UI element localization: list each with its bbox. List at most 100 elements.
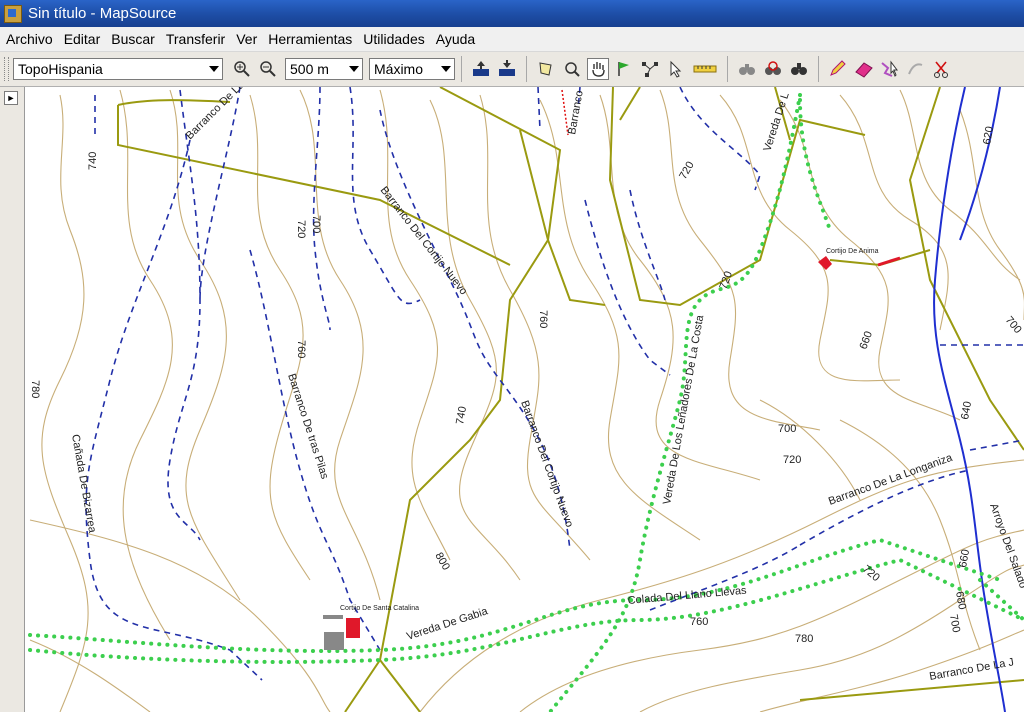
contour-label: 740 <box>87 152 99 170</box>
detail-level-select[interactable]: Máximo <box>369 58 455 80</box>
contour-line <box>249 94 311 581</box>
track-select-icon <box>881 60 898 77</box>
road-line <box>519 129 606 306</box>
stream-line <box>584 199 671 376</box>
contour-label: 700 <box>947 613 962 633</box>
contour-label: 660 <box>858 330 876 351</box>
scissors-icon <box>934 61 948 78</box>
pointer-icon <box>670 60 682 78</box>
zoom-scale-select[interactable]: 500 m <box>285 58 363 80</box>
menu-transferir[interactable]: Transferir <box>160 31 230 47</box>
topographic-map-view[interactable]: 740 720 700 780 760 720 760 740 800 720 … <box>25 87 1024 712</box>
trail-label: Vereda De Los Leñadores De La Costa <box>661 313 706 505</box>
eraser-tool-button[interactable] <box>853 58 875 80</box>
binoculars-target-icon <box>765 61 781 75</box>
poi-label: Cortijo De Santa Catalina <box>340 605 419 612</box>
find-nearest-button[interactable] <box>762 58 784 80</box>
trail-line <box>798 98 832 232</box>
contour-label: 700 <box>310 215 322 233</box>
roads <box>117 87 1024 712</box>
chevron-down-icon <box>209 66 219 72</box>
detail-level-value: Máximo <box>374 61 424 77</box>
zoom-in-button[interactable] <box>231 58 253 80</box>
mapsource-app-icon <box>4 4 22 23</box>
contour-label: 700 <box>1003 314 1024 336</box>
find-places-button[interactable] <box>788 58 810 80</box>
building-icon <box>324 632 344 650</box>
stream-label: Barranco De La <box>184 87 248 142</box>
river-line <box>959 87 1001 241</box>
trail-label: Vereda De L <box>761 91 791 153</box>
waypoint-tool-button[interactable] <box>613 58 635 80</box>
divide-track-icon <box>908 63 923 75</box>
toolbar-separator <box>818 56 819 82</box>
contour-label: 720 <box>295 220 307 238</box>
poi-label: Cortijo De Anima <box>826 248 879 255</box>
contour-line <box>759 399 861 501</box>
toolbar-separator <box>526 56 527 82</box>
menu-bar: Archivo Editar Buscar Transferir Ver Her… <box>0 27 1024 52</box>
road-line <box>379 659 421 712</box>
building-icon <box>323 615 343 619</box>
expand-panel-button[interactable]: ► <box>4 91 18 105</box>
contour-label: 720 <box>718 270 736 291</box>
stream-line <box>679 87 761 191</box>
contour-label: 620 <box>981 125 996 145</box>
contour-line <box>29 639 151 712</box>
stream-label: Barranco Del Cortijo Nuevo <box>518 399 575 529</box>
contour-label: 760 <box>295 340 307 358</box>
toolbar-grip[interactable] <box>4 57 9 81</box>
zoom-scale-value: 500 m <box>290 61 329 77</box>
stream-labels: Barranco De La Barranco Del Cortijo Nuev… <box>69 87 1024 683</box>
road-line <box>619 87 641 121</box>
contour-line <box>899 89 1021 281</box>
divide-track-button[interactable] <box>905 58 927 80</box>
contour-label: 720 <box>783 454 801 466</box>
ruler-icon <box>693 65 717 73</box>
contour-labels: 740 720 700 780 760 720 760 740 800 720 … <box>29 125 1024 645</box>
menu-utilidades[interactable]: Utilidades <box>357 31 429 47</box>
menu-editar[interactable]: Editar <box>58 31 106 47</box>
menu-ver[interactable]: Ver <box>230 31 262 47</box>
map-product-select[interactable]: TopoHispania <box>13 58 223 80</box>
zoom-out-button[interactable] <box>257 58 279 80</box>
contour-line <box>169 89 241 601</box>
contour-label: 780 <box>29 380 41 398</box>
scissors-tool-button[interactable] <box>931 58 953 80</box>
road-line <box>799 679 1024 701</box>
send-to-device-icon <box>499 60 515 76</box>
zoom-tool-button[interactable] <box>561 58 583 80</box>
selection-tool-button[interactable] <box>665 58 687 80</box>
toolbar: TopoHispania 500 m Máximo <box>0 52 1024 87</box>
send-to-device-button[interactable] <box>496 58 518 80</box>
pan-tool-button[interactable] <box>587 58 609 80</box>
map-canvas[interactable]: 740 720 700 780 760 720 760 740 800 720 … <box>25 87 1024 712</box>
contour-line <box>119 89 173 641</box>
menu-herramientas[interactable]: Herramientas <box>262 31 357 47</box>
streams <box>85 87 1024 681</box>
stream-label: Barranco Del Cortijo Nuevo <box>378 184 470 297</box>
contour-line <box>29 519 331 712</box>
stream-label: Barranco <box>566 89 586 135</box>
poi-cortijo-santa-catalina[interactable] <box>323 615 360 650</box>
find-button[interactable] <box>736 58 758 80</box>
track-select-button[interactable] <box>879 58 901 80</box>
pencil-tool-button[interactable] <box>827 58 849 80</box>
binoculars-icon <box>739 64 755 75</box>
trail-labels: Vereda De L Vereda De Los Leñadores De L… <box>405 91 792 643</box>
measure-tool-button[interactable] <box>691 58 719 80</box>
zoom-out-icon <box>260 61 276 77</box>
receive-from-device-button[interactable] <box>470 58 492 80</box>
chevron-down-icon <box>441 66 451 72</box>
receive-from-device-icon <box>473 61 489 76</box>
zoom-tool-icon <box>565 62 580 77</box>
menu-ayuda[interactable]: Ayuda <box>430 31 480 47</box>
map-tool-button[interactable] <box>535 58 557 80</box>
building-icon <box>346 618 360 638</box>
stream-label: Barranco De tras Pilas <box>285 372 331 481</box>
route-tool-button[interactable] <box>639 58 661 80</box>
menu-archivo[interactable]: Archivo <box>0 31 58 47</box>
contour-label: 660 <box>957 548 972 568</box>
route-icon <box>642 62 658 77</box>
menu-buscar[interactable]: Buscar <box>105 31 160 47</box>
